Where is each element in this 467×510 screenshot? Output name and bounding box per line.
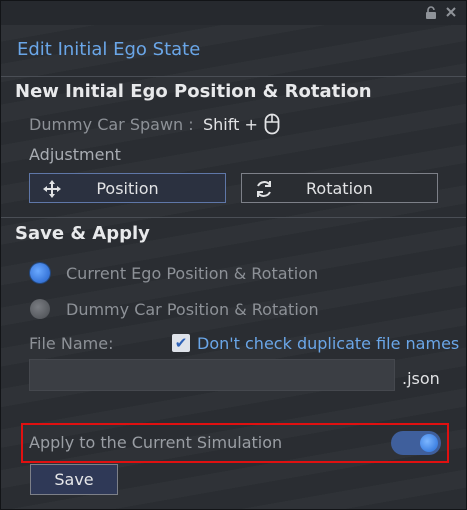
mouse-icon <box>264 113 280 139</box>
file-name-input[interactable] <box>29 359 395 391</box>
rotation-button-label: Rotation <box>306 178 373 198</box>
file-name-label: File Name: <box>29 334 114 353</box>
rotation-button[interactable]: Rotation <box>241 173 438 203</box>
position-button-label: Position <box>96 178 159 198</box>
dummy-car-option-label[interactable]: Dummy Car Position & Rotation <box>66 300 319 319</box>
edit-initial-ego-state-window: Edit Initial Ego State New Initial Ego P… <box>0 0 467 510</box>
apply-current-simulation-label: Apply to the Current Simulation <box>29 433 283 452</box>
title-bar[interactable] <box>1 1 466 25</box>
duplicate-check-label[interactable]: Don't check duplicate file names <box>197 334 459 353</box>
save-apply-section-title: Save & Apply <box>15 223 150 244</box>
move-arrows-icon <box>42 179 62 199</box>
panel-title: Edit Initial Ego State <box>17 39 201 60</box>
save-button[interactable]: Save <box>30 464 118 495</box>
file-extension-label: .json <box>402 369 440 388</box>
duplicate-check-checkbox[interactable]: ✔ <box>172 334 190 352</box>
rotate-icon <box>254 179 274 199</box>
position-button[interactable]: Position <box>29 173 226 203</box>
section-divider <box>1 217 466 218</box>
position-section-title: New Initial Ego Position & Rotation <box>15 81 372 102</box>
close-icon[interactable] <box>445 6 457 21</box>
toggle-knob <box>420 434 438 452</box>
lock-icon[interactable] <box>425 6 437 22</box>
adjustment-label: Adjustment <box>29 145 121 164</box>
current-ego-option-label[interactable]: Current Ego Position & Rotation <box>66 264 318 283</box>
spawn-shortcut-text: Shift + <box>203 115 258 134</box>
apply-current-simulation-toggle[interactable] <box>391 431 441 455</box>
dummy-car-spawn-label: Dummy Car Spawn : <box>29 115 194 134</box>
current-ego-radio[interactable] <box>30 263 50 283</box>
dummy-car-radio[interactable] <box>30 299 50 319</box>
header-divider <box>1 76 466 77</box>
